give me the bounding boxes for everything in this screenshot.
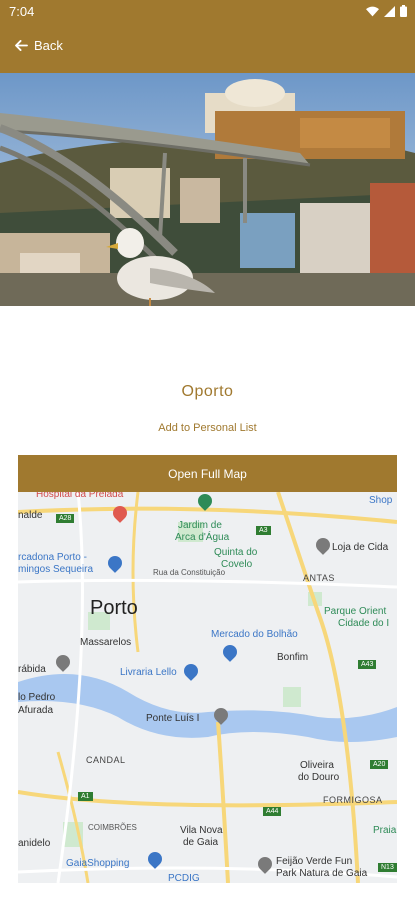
map-label-rabida: rábida xyxy=(18,664,46,675)
map-label-pedro-1: lo Pedro xyxy=(18,692,56,703)
map-label-quinta-2: Covelo xyxy=(221,559,253,570)
map-label-oliveira-2: do Douro xyxy=(298,772,340,783)
map-label-gaiashopping: GaiaShopping xyxy=(66,858,130,869)
map-label-nalde: nalde xyxy=(18,510,43,521)
map-label-oliveira-1: Oliveira xyxy=(300,760,334,771)
map-label-anidelo: anidelo xyxy=(18,838,51,849)
back-label: Back xyxy=(34,38,63,53)
map-label-feijao-2: Park Natura de Gaia xyxy=(276,868,368,879)
map-label-jardim-1: Jardim de xyxy=(178,520,222,531)
back-button[interactable]: Back xyxy=(15,38,63,53)
map-label-ponte: Ponte Luís I xyxy=(146,713,200,724)
app-bar: Back xyxy=(0,24,415,73)
map-label-pcdig: PCDIG xyxy=(168,873,200,883)
arrow-left-icon xyxy=(15,40,28,51)
hero-image xyxy=(0,73,415,306)
map-label-porto: Porto xyxy=(90,597,138,619)
map-label-lello: Livraria Lello xyxy=(120,667,177,678)
map-label-loja: Loja de Cida xyxy=(332,542,389,553)
map-label-candal: CANDAL xyxy=(86,755,126,765)
map-label-feijao-1: Feijão Verde Fun xyxy=(276,856,353,867)
map-label-mercadona-2: mingos Sequeira xyxy=(18,564,94,575)
road-shield-a43: A43 xyxy=(358,660,377,669)
map-label-rua: Rua da Constituição xyxy=(153,568,226,577)
map-label-massarelos: Massarelos xyxy=(80,637,132,648)
map-label-hospital: Hospital da Prelada xyxy=(36,492,124,500)
status-time: 7:04 xyxy=(9,4,35,19)
map-label-vila-2: de Gaia xyxy=(183,837,219,848)
map-label-quinta-1: Quinta do xyxy=(214,547,258,558)
road-shield-a20: A20 xyxy=(370,760,389,769)
map-label-parque-1: Parque Orient xyxy=(324,606,387,617)
map-label-shop: Shop xyxy=(369,495,393,506)
place-title: Oporto xyxy=(181,383,234,400)
open-full-map-button[interactable]: Open Full Map xyxy=(18,455,397,492)
map-label-jardim-2: Arca d'Água xyxy=(175,532,230,543)
map-label-coimbroes: COIMBRÕES xyxy=(88,823,137,832)
road-shield-a1: A1 xyxy=(78,792,93,801)
status-icons xyxy=(366,5,407,17)
porto-bridge-seagull-photo xyxy=(0,73,415,306)
road-shield-n13: N13 xyxy=(378,863,397,872)
map-label-vila-1: Vila Nova xyxy=(180,825,223,836)
wifi-icon xyxy=(366,6,379,16)
road-shield-a28: A28 xyxy=(56,514,75,523)
road-shield-a3: A3 xyxy=(256,526,271,535)
map-label-pedro-2: Afurada xyxy=(18,705,54,716)
map-label-bonfim: Bonfim xyxy=(277,652,309,663)
road-shield-a44: A44 xyxy=(263,807,282,816)
map-label-formigosa: FORMIGOSA xyxy=(323,795,383,805)
signal-icon xyxy=(384,5,395,17)
map-label-mercadona-1: rcadona Porto - xyxy=(18,552,87,563)
map-label-antas: ANTAS xyxy=(303,573,335,583)
map-label-parque-2: Cidade do I xyxy=(338,618,390,629)
map-view[interactable]: Hospital da Prelada nalde Shop Jardim de… xyxy=(18,492,397,883)
map-label-praia: Praia xyxy=(373,825,397,836)
map-label-mercado: Mercado do Bolhão xyxy=(211,629,298,640)
add-to-personal-list-link[interactable]: Add to Personal List xyxy=(0,422,415,434)
battery-icon xyxy=(400,5,407,17)
status-bar: 7:04 xyxy=(0,0,415,24)
